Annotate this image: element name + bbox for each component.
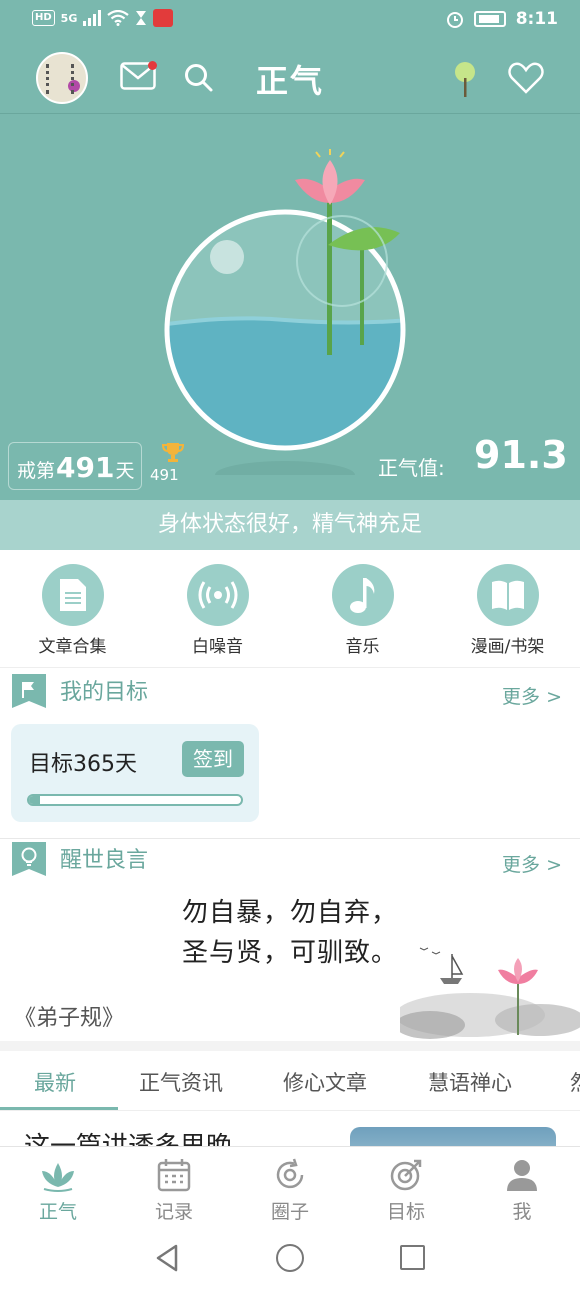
signal-icon: [83, 10, 102, 26]
alarm-icon: [446, 12, 463, 28]
flag-icon: [12, 674, 46, 708]
app-notification-icon: [153, 9, 174, 27]
hd-indicator: HD: [32, 10, 55, 26]
status-bar: HD 5G 8:11: [0, 0, 580, 40]
wifi-icon: [107, 10, 130, 26]
nav-label: 圈子: [270, 1201, 309, 1223]
shortcut-bookshelf[interactable]: 漫画/书架: [438, 550, 578, 667]
tab-articles[interactable]: 修心文章: [283, 1067, 367, 1097]
shortcut-music[interactable]: 音乐: [293, 550, 433, 667]
condition-message: 身体状态很好，精气神充足: [0, 500, 580, 550]
nav-me[interactable]: 我: [464, 1147, 580, 1228]
clock: 8:11: [515, 9, 558, 29]
ink-lotus-illustration: [400, 947, 580, 1039]
zhengqi-value: 91.3: [474, 433, 568, 477]
shortcut-articles[interactable]: 文章合集: [3, 550, 143, 667]
streak-prefix: 戒第: [17, 460, 56, 482]
quotes-title: 醒世良言: [60, 848, 149, 873]
quote-line: 勿自暴，勿自弃，: [181, 898, 398, 928]
quote-source: 《弟子规》: [14, 1006, 125, 1031]
nav-goals[interactable]: 目标: [348, 1147, 464, 1228]
home-icon[interactable]: [276, 1244, 304, 1272]
nav-label: 我: [512, 1201, 532, 1223]
goal-text: 目标365天: [29, 752, 137, 777]
article-tabs: 最新 正气资讯 修心文章 慧语禅心 然: [0, 1051, 580, 1111]
streak-counter[interactable]: 戒第 491 天: [8, 442, 142, 490]
lotus-bowl-illustration: [164, 149, 406, 475]
system-navigation-bar: [0, 1228, 580, 1289]
hourglass-icon: [136, 11, 147, 25]
recent-apps-icon[interactable]: [400, 1245, 425, 1270]
heart-icon[interactable]: [508, 62, 544, 94]
goal-card[interactable]: 目标365天 签到: [11, 724, 259, 822]
tab-wisdom[interactable]: 慧语禅心: [428, 1067, 512, 1097]
page-title: 正气: [255, 62, 324, 100]
calendar-icon: [157, 1159, 191, 1192]
goals-title: 我的目标: [60, 680, 149, 705]
section-spacer: [0, 1041, 580, 1051]
active-tab-indicator: [0, 1107, 118, 1110]
tab-latest[interactable]: 最新: [34, 1067, 76, 1097]
nav-label: 记录: [154, 1201, 193, 1223]
lotus-icon: [42, 1163, 74, 1192]
trophy-icon[interactable]: [162, 441, 184, 463]
network-indicator: 5G: [60, 11, 78, 25]
trophy-count: 491: [150, 466, 179, 484]
goal-progress-bar: [27, 794, 243, 806]
tab-more[interactable]: 然: [570, 1067, 580, 1097]
shortcut-label: 音乐: [345, 637, 380, 657]
music-note-icon: [331, 564, 394, 626]
top-banner: HD 5G 8:11 正气 戒第 491 天 491 正气值: 91.3: [0, 0, 580, 550]
checkin-button[interactable]: 签到: [182, 741, 244, 777]
shortcut-row: 文章合集 白噪音 音乐 漫画/书架: [0, 550, 580, 668]
quotes-header: 醒世良言 更多 >: [0, 838, 580, 880]
nav-label: 目标: [386, 1201, 425, 1223]
zhengqi-label: 正气值:: [378, 456, 445, 480]
battery-icon: [473, 11, 506, 27]
bottom-nav: 正气 记录 圈子 目标 我: [0, 1146, 580, 1228]
tree-icon[interactable]: [454, 60, 476, 98]
goals-header: 我的目标 更多 >: [0, 670, 580, 712]
lightbulb-icon: [12, 842, 46, 876]
streak-days: 491: [56, 451, 115, 484]
shortcut-label: 文章合集: [38, 637, 107, 657]
goals-more-link[interactable]: 更多 >: [502, 682, 562, 709]
tab-news[interactable]: 正气资讯: [139, 1067, 223, 1097]
broadcast-icon: [186, 564, 249, 626]
circle-refresh-icon: [276, 1158, 304, 1189]
hero-section: 戒第 491 天 491 正气值: 91.3: [0, 115, 580, 500]
shortcut-white-noise[interactable]: 白噪音: [148, 550, 288, 667]
quotes-more-link[interactable]: 更多 >: [502, 850, 562, 877]
shortcut-label: 漫画/书架: [470, 637, 545, 657]
shortcut-label: 白噪音: [192, 637, 243, 657]
nav-zhengqi[interactable]: 正气: [0, 1147, 116, 1228]
nav-circle[interactable]: 圈子: [232, 1147, 348, 1228]
target-icon: [390, 1159, 422, 1191]
book-icon: [476, 564, 539, 626]
streak-suffix: 天: [115, 460, 135, 482]
document-icon: [41, 564, 104, 626]
app-header: 正气: [0, 40, 580, 114]
goal-progress-fill: [29, 796, 40, 804]
nav-records[interactable]: 记录: [116, 1147, 232, 1228]
back-icon[interactable]: [155, 1244, 179, 1272]
person-icon: [507, 1160, 537, 1191]
nav-label: 正气: [38, 1201, 77, 1223]
